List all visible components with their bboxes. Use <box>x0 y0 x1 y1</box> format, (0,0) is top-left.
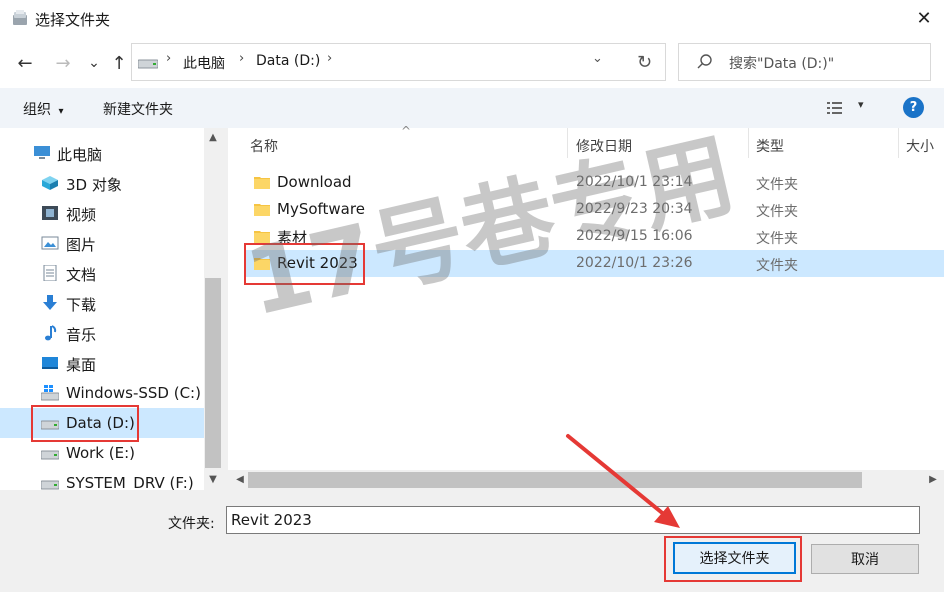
folder-icon <box>254 231 270 243</box>
drive-icon <box>138 59 158 69</box>
documents-icon <box>43 265 57 281</box>
scroll-down-button[interactable]: ▼ <box>204 474 222 485</box>
sidebar-item-label: 桌面 <box>66 356 97 374</box>
highlight-box-select-button <box>664 536 802 582</box>
highlight-box-revit <box>244 243 365 285</box>
column-header-size[interactable]: 大小 <box>906 136 934 156</box>
help-button[interactable]: ? <box>903 97 924 118</box>
sidebar-item-label: SYSTEM_DRV (F:) <box>66 474 194 490</box>
scroll-right-button[interactable]: ▶ <box>924 474 942 485</box>
search-placeholder: 搜索"Data (D:)" <box>729 56 835 72</box>
column-header-date[interactable]: 修改日期 <box>576 136 632 156</box>
new-folder-button[interactable]: 新建文件夹 <box>103 99 173 119</box>
column-divider[interactable] <box>898 128 899 158</box>
highlight-box-data-d <box>31 405 139 442</box>
close-button[interactable]: ✕ <box>904 0 944 36</box>
sidebar-item-music[interactable]: 音乐 <box>0 318 204 348</box>
column-header-name[interactable]: 名称 <box>250 136 278 156</box>
downloads-icon <box>43 295 57 310</box>
sidebar-item-label: Work (E:) <box>66 444 135 462</box>
file-date: 2022/10/1 23:26 <box>576 255 693 271</box>
red-arrow-annotation <box>566 434 680 528</box>
scroll-up-button[interactable]: ▲ <box>204 132 222 143</box>
organize-button[interactable]: 组织 ▾ <box>23 99 63 119</box>
column-divider[interactable] <box>748 128 749 158</box>
search-icon <box>697 54 712 69</box>
file-type: 文件夹 <box>756 177 798 193</box>
sidebar-item-label: 图片 <box>66 236 97 254</box>
recent-locations-button[interactable]: ⌄ <box>81 50 107 76</box>
folder-field-label: 文件夹: <box>168 516 215 532</box>
drive-icon <box>41 450 59 460</box>
view-dropdown-button[interactable]: ▾ <box>858 98 864 111</box>
sidebar-item-this-pc[interactable]: 此电脑 <box>0 138 204 168</box>
sidebar-item-documents[interactable]: 文档 <box>0 258 204 288</box>
sidebar-scroll-thumb[interactable] <box>205 278 221 468</box>
videos-icon <box>42 206 58 220</box>
breadcrumb-separator[interactable]: › <box>239 51 244 66</box>
sidebar-item-pictures[interactable]: 图片 <box>0 228 204 258</box>
list-scroll-thumb[interactable] <box>248 472 862 488</box>
desktop-icon <box>42 357 58 369</box>
scroll-left-button[interactable]: ◀ <box>231 474 249 485</box>
sidebar-item-windows-ssd[interactable]: Windows-SSD (C:) <box>0 378 204 408</box>
file-date: 2022/10/1 23:14 <box>576 174 693 190</box>
column-divider[interactable] <box>567 128 568 158</box>
sidebar-item-system-drv[interactable]: SYSTEM_DRV (F:) <box>0 468 204 490</box>
sidebar-item-label: 此电脑 <box>57 146 103 164</box>
pictures-icon <box>41 236 59 250</box>
sidebar-item-label: 下载 <box>66 296 97 314</box>
window-title: 选择文件夹 <box>35 11 111 29</box>
breadcrumb-this-pc[interactable]: 此电脑 <box>183 53 225 73</box>
3d-objects-icon <box>42 176 58 190</box>
breadcrumb-data-d[interactable]: Data (D:) <box>256 53 320 69</box>
drive-icon <box>41 480 59 490</box>
sidebar-item-label: 视频 <box>66 206 97 224</box>
sidebar-item-videos[interactable]: 视频 <box>0 198 204 228</box>
folder-icon <box>254 177 270 189</box>
file-name: Download <box>277 173 352 191</box>
sidebar-item-label: 文档 <box>66 266 97 284</box>
back-button[interactable]: ← <box>12 50 38 76</box>
windows-drive-icon <box>41 385 59 401</box>
cancel-button[interactable]: 取消 <box>811 544 919 574</box>
breadcrumb-separator[interactable]: › <box>327 51 332 66</box>
sidebar-item-label: 3D 对象 <box>66 176 122 194</box>
file-type: 文件夹 <box>756 258 798 274</box>
sidebar-item-work-e[interactable]: Work (E:) <box>0 438 204 468</box>
file-type: 文件夹 <box>756 204 798 220</box>
pc-icon <box>34 146 50 159</box>
view-options-icon[interactable] <box>826 100 844 116</box>
file-type: 文件夹 <box>756 231 798 247</box>
breadcrumb-separator[interactable]: › <box>166 51 171 66</box>
sidebar-item-3d-objects[interactable]: 3D 对象 <box>0 168 204 198</box>
folder-icon <box>254 204 270 216</box>
organize-label: 组织 <box>23 102 51 118</box>
file-date: 2022/9/23 20:34 <box>576 201 693 217</box>
sidebar-item-downloads[interactable]: 下载 <box>0 288 204 318</box>
up-button[interactable]: ↑ <box>106 50 132 76</box>
table-row[interactable]: MySoftware 2022/9/23 20:34 文件夹 <box>244 196 944 223</box>
sidebar-item-desktop[interactable]: 桌面 <box>0 348 204 378</box>
address-dropdown-button[interactable]: ⌄ <box>592 51 603 66</box>
chevron-down-icon: ▾ <box>58 106 64 117</box>
title-bar <box>0 0 944 38</box>
music-icon <box>45 325 57 341</box>
forward-button[interactable]: → <box>50 50 76 76</box>
file-name: MySoftware <box>277 200 365 218</box>
file-date: 2022/9/15 16:06 <box>576 228 693 244</box>
table-row[interactable]: Download 2022/10/1 23:14 文件夹 <box>244 169 944 196</box>
column-header-type[interactable]: 类型 <box>756 136 784 156</box>
refresh-button[interactable]: ↻ <box>624 43 666 81</box>
sort-ascending-icon: ^ <box>401 124 412 138</box>
sidebar-item-label: Windows-SSD (C:) <box>66 384 201 402</box>
sidebar-item-label: 音乐 <box>66 326 97 344</box>
folder-picker-icon <box>13 10 27 25</box>
